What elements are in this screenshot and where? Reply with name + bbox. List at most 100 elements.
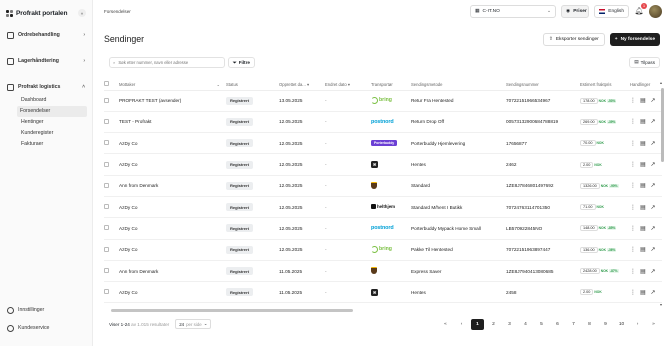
more-options-icon[interactable]: ⋮: [630, 140, 636, 147]
column-header[interactable]: Estimert fraktpris: [580, 79, 630, 91]
print-label-icon[interactable]: ▤: [640, 289, 646, 296]
column-header[interactable]: Transportør: [371, 79, 411, 91]
more-options-icon[interactable]: ⋮: [630, 289, 636, 296]
column-header[interactable]: Status: [226, 79, 279, 91]
breadcrumb[interactable]: Forsendelser: [104, 9, 131, 14]
page-button-3[interactable]: 3: [503, 319, 516, 330]
print-label-icon[interactable]: ▤: [640, 225, 646, 232]
sidebar-item-forsendelser[interactable]: Forsendelser: [17, 106, 87, 117]
print-label-icon[interactable]: ▤: [640, 246, 646, 253]
sidebar-group-ordrebehandling[interactable]: Ordrebehandling ›: [4, 27, 88, 43]
row-checkbox[interactable]: [104, 118, 109, 124]
print-label-icon[interactable]: ▤: [640, 268, 646, 275]
row-checkbox[interactable]: [104, 140, 109, 146]
brand[interactable]: Profrakt portalen «: [0, 0, 92, 26]
print-label-icon[interactable]: ▤: [640, 182, 646, 189]
page-button-9[interactable]: 9: [599, 319, 612, 330]
table-row[interactable]: AzDy Co Registrert 12.05.2025 - postnord…: [104, 217, 662, 240]
sidebar-item-kunderegister[interactable]: Kunderegister: [18, 128, 88, 139]
more-options-icon[interactable]: ⋮: [630, 118, 636, 125]
column-header[interactable]: Opprettet da... ▾: [279, 79, 325, 91]
open-external-icon[interactable]: ↗: [650, 161, 656, 168]
notifications-button[interactable]: 🔔︎ 1: [634, 3, 647, 16]
table-row[interactable]: Ann from Denmark Registrert 12.05.2025 -…: [104, 175, 662, 197]
horizontal-scroll-thumb[interactable]: [111, 309, 353, 312]
page-button-2[interactable]: 2: [487, 319, 500, 330]
customize-columns-button[interactable]: ▤ Tilpass: [629, 56, 660, 68]
sidebar-item-fakturaer[interactable]: Fakturaer: [18, 139, 88, 150]
page-button-7[interactable]: 7: [567, 319, 580, 330]
open-external-icon[interactable]: ↗: [650, 97, 656, 104]
open-external-icon[interactable]: ↗: [650, 268, 656, 275]
filter-button[interactable]: ⏷ Filtre: [228, 56, 255, 68]
print-label-icon[interactable]: ▤: [640, 97, 646, 104]
open-external-icon[interactable]: ↗: [650, 289, 656, 296]
search-field[interactable]: ⌕: [109, 56, 225, 68]
table-row[interactable]: AzDy Co Registrert 12.05.2025 - Porterbu…: [104, 132, 662, 155]
table-row[interactable]: PROFRAKT TEST (avsender) Registrert 13.0…: [104, 90, 662, 112]
vertical-scroll-thumb[interactable]: [661, 88, 664, 162]
first-page-button[interactable]: «: [439, 319, 452, 330]
row-checkbox[interactable]: [104, 204, 109, 210]
select-all-checkbox[interactable]: [104, 81, 109, 87]
open-external-icon[interactable]: ↗: [650, 118, 656, 125]
more-options-icon[interactable]: ⋮: [630, 246, 636, 253]
row-checkbox[interactable]: [104, 289, 109, 295]
table-row[interactable]: Ann from Denmark Registrert 11.05.2025 -…: [104, 260, 662, 283]
scroll-up-arrow[interactable]: ▴: [660, 80, 662, 85]
row-checkbox[interactable]: [104, 97, 109, 103]
vertical-scrollbar[interactable]: ▴ ▾: [660, 80, 664, 307]
row-checkbox[interactable]: [104, 268, 109, 274]
row-checkbox[interactable]: [104, 182, 109, 188]
print-label-icon[interactable]: ▤: [640, 118, 646, 125]
language-select[interactable]: English: [594, 4, 629, 18]
page-button-10[interactable]: 10: [615, 319, 628, 330]
company-select[interactable]: ▦ C-IT.NO ⌄: [470, 4, 556, 18]
open-external-icon[interactable]: ↗: [650, 140, 656, 147]
open-external-icon[interactable]: ↗: [650, 246, 656, 253]
sidebar-item-innstillinger[interactable]: Innstillinger: [4, 302, 88, 318]
next-page-button[interactable]: ›: [631, 319, 644, 330]
table-row[interactable]: AzDy Co Registrert 12.05.2025 - bring Pa…: [104, 239, 662, 261]
row-checkbox[interactable]: [104, 225, 109, 231]
print-label-icon[interactable]: ▤: [640, 161, 646, 168]
sidebar-item-kundeservice[interactable]: Kundeservice: [4, 320, 88, 336]
page-button-4[interactable]: 4: [519, 319, 532, 330]
page-button-1[interactable]: 1: [471, 318, 484, 330]
sidebar-item-dashboard[interactable]: Dashboard: [18, 95, 88, 106]
more-options-icon[interactable]: ⋮: [630, 161, 636, 168]
more-options-icon[interactable]: ⋮: [630, 225, 636, 232]
new-shipment-button[interactable]: + Ny forsendelse: [609, 32, 660, 46]
page-button-5[interactable]: 5: [535, 319, 548, 330]
column-header[interactable]: Mottaker ⌄: [119, 79, 226, 91]
table-row[interactable]: TEST - Profrakt Registrert 12.05.2025 - …: [104, 111, 662, 134]
sidebar-group-profrakt-logistics[interactable]: Profrakt logistics ˄: [4, 79, 88, 95]
row-checkbox[interactable]: [104, 246, 109, 252]
page-button-6[interactable]: 6: [551, 319, 564, 330]
open-external-icon[interactable]: ↗: [650, 204, 656, 211]
per-page-select[interactable]: 24 per side ⌄: [175, 319, 212, 329]
sidebar-item-hentinger[interactable]: Hentinger: [18, 117, 88, 128]
open-external-icon[interactable]: ↗: [650, 225, 656, 232]
table-row[interactable]: AzDy Co Registrert 12.05.2025 - helthjem…: [104, 196, 662, 219]
row-checkbox[interactable]: [104, 161, 109, 167]
table-row[interactable]: AzDy Co Registrert 12.05.2025 - ⌘ Hentes…: [104, 153, 662, 176]
collapse-sidebar-icon[interactable]: «: [78, 9, 86, 17]
print-label-icon[interactable]: ▤: [640, 140, 646, 147]
scroll-down-arrow[interactable]: ▾: [660, 302, 662, 307]
avatar[interactable]: [649, 4, 662, 18]
sidebar-group-lagerhandtering[interactable]: Lagerhåndtering ›: [4, 53, 88, 69]
last-page-button[interactable]: »: [647, 319, 660, 330]
table-row[interactable]: AzDy Co Registrert 11.05.2025 - ⌘ Hentes…: [104, 281, 662, 304]
more-options-icon[interactable]: ⋮: [630, 268, 636, 275]
column-header[interactable]: Sendingsmetode: [411, 79, 506, 91]
print-label-icon[interactable]: ▤: [640, 204, 646, 211]
more-options-icon[interactable]: ⋮: [630, 182, 636, 189]
export-button[interactable]: ⇧ Eksporter sendinger: [542, 32, 605, 46]
more-options-icon[interactable]: ⋮: [630, 204, 636, 211]
horizontal-scrollbar[interactable]: [109, 309, 658, 312]
prices-toggle[interactable]: ◉ Priser: [561, 4, 589, 18]
page-button-8[interactable]: 8: [583, 319, 596, 330]
prev-page-button[interactable]: ‹: [455, 319, 468, 330]
search-input[interactable]: [118, 59, 219, 65]
